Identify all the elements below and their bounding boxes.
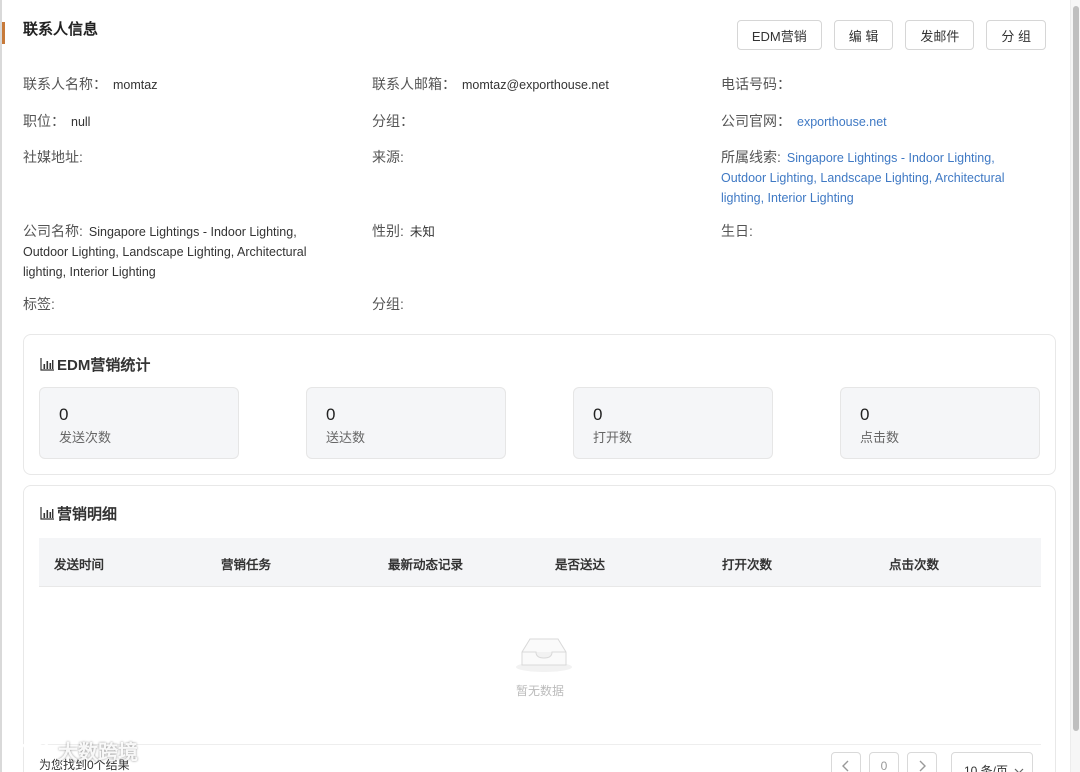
stat-label: 点击数 xyxy=(860,430,900,445)
watermark-text: 大数跨境 xyxy=(58,742,138,764)
field-label: 分组: xyxy=(372,296,404,312)
field-company-name: 公司名称: Singapore Lightings - Indoor Lighti… xyxy=(23,222,323,282)
brand-logo-icon xyxy=(12,741,49,759)
field-tags: 标签: xyxy=(23,295,61,315)
marketing-details-title: 营销明细 xyxy=(40,503,117,524)
stat-delivered: 0 送达数 xyxy=(306,387,506,459)
vertical-scrollbar[interactable] xyxy=(1070,0,1080,772)
field-contact-email: 联系人邮箱： momtaz@exporthouse.net xyxy=(372,75,609,95)
field-contact-name: 联系人名称： momtaz xyxy=(23,75,157,95)
field-birthday: 生日: xyxy=(721,222,759,242)
field-label: 分组： xyxy=(372,113,414,129)
field-value: momtaz xyxy=(113,78,158,92)
prev-page-button[interactable] xyxy=(831,752,861,772)
edm-marketing-button[interactable]: EDM营销 xyxy=(736,20,822,50)
table-header: 发送时间 营销任务 最新动态记录 是否送达 打开次数 点击次数 xyxy=(39,538,1041,587)
column-header-delivered[interactable]: 是否送达 xyxy=(555,554,605,573)
card-title-text: EDM营销统计 xyxy=(57,357,151,374)
column-header-task[interactable]: 营销任务 xyxy=(221,554,271,573)
left-edge-marker xyxy=(2,22,5,44)
field-lead: 所属线索: Singapore Lightings - Indoor Lighti… xyxy=(721,148,1021,208)
action-toolbar: EDM营销 编 辑 发邮件 分 组 xyxy=(736,20,1046,50)
stat-value: 0 xyxy=(593,405,603,424)
card-title-text: 营销明细 xyxy=(57,506,118,523)
field-source: 来源: xyxy=(372,148,410,168)
edm-stats-title: EDM营销统计 xyxy=(40,354,150,375)
stat-sent: 0 发送次数 xyxy=(39,387,239,459)
field-value: 未知 xyxy=(409,225,435,239)
field-label: 标签: xyxy=(23,296,55,312)
column-header-send-time[interactable]: 发送时间 xyxy=(54,554,104,573)
field-group-2: 分组: xyxy=(372,295,410,315)
table-bottom-divider xyxy=(39,744,1041,745)
chevron-down-icon xyxy=(1014,768,1024,772)
field-phone: 电话号码： xyxy=(721,75,797,95)
stat-value: 0 xyxy=(326,405,336,424)
field-label: 联系人名称： xyxy=(23,76,107,92)
field-value: null xyxy=(71,115,91,129)
marketing-details-card: 营销明细 发送时间 营销任务 最新动态记录 是否送达 打开次数 点击次数 暂无数… xyxy=(23,485,1056,772)
chevron-right-icon xyxy=(919,760,926,772)
field-label: 电话号码： xyxy=(721,76,791,92)
chevron-left-icon xyxy=(842,760,849,772)
empty-state-text: 暂无数据 xyxy=(515,684,564,698)
field-website: 公司官网： exporthouse.net xyxy=(721,112,887,132)
stat-label: 送达数 xyxy=(326,430,366,445)
edm-stats-card: EDM营销统计 0 发送次数 0 送达数 0 打开数 0 点击数 xyxy=(23,334,1056,475)
stat-label: 发送次数 xyxy=(59,430,112,445)
column-header-open-count[interactable]: 打开次数 xyxy=(722,554,772,573)
page-title: 联系人信息 xyxy=(23,21,99,38)
field-position: 职位： null xyxy=(23,112,90,132)
field-label: 生日: xyxy=(721,223,753,239)
stat-value: 0 xyxy=(860,405,870,424)
contact-info-panel: 联系人信息 EDM营销 编 辑 发邮件 分 组 联系人名称： momtaz 联系人… xyxy=(0,0,1080,772)
stat-label: 打开数 xyxy=(593,430,633,445)
field-label: 职位： xyxy=(23,113,65,129)
stat-value: 0 xyxy=(59,405,69,424)
field-value: momtaz@exporthouse.net xyxy=(462,78,609,92)
page-number-input[interactable]: 0 xyxy=(869,752,899,772)
field-group: 分组： xyxy=(372,112,420,132)
field-label: 来源: xyxy=(372,149,404,165)
watermark: 大数跨境 xyxy=(10,736,138,765)
field-label: 公司名称: xyxy=(23,223,83,239)
field-gender: 性别: 未知 xyxy=(372,222,435,242)
empty-inbox-icon xyxy=(516,638,572,672)
field-label: 联系人邮箱： xyxy=(372,76,456,92)
group-button[interactable]: 分 组 xyxy=(986,20,1046,50)
page-size-value: 10 条/页 xyxy=(964,764,1009,772)
stat-opened: 0 打开数 xyxy=(573,387,773,459)
send-email-button[interactable]: 发邮件 xyxy=(905,20,975,50)
column-header-click-count[interactable]: 点击次数 xyxy=(889,554,939,573)
page-size-select[interactable]: 10 条/页 xyxy=(951,752,1033,772)
scrollbar-thumb[interactable] xyxy=(1073,6,1079,731)
next-page-button[interactable] xyxy=(907,752,937,772)
field-label: 所属线索: xyxy=(721,149,781,165)
field-label: 性别: xyxy=(372,223,404,239)
website-link[interactable]: exporthouse.net xyxy=(797,115,887,129)
field-label: 社媒地址: xyxy=(23,149,83,165)
field-social: 社媒地址: xyxy=(23,148,89,168)
bar-chart-icon xyxy=(40,507,54,520)
stat-clicked: 0 点击数 xyxy=(840,387,1040,459)
column-header-latest-activity[interactable]: 最新动态记录 xyxy=(388,554,463,573)
field-label: 公司官网： xyxy=(721,113,791,129)
edit-button[interactable]: 编 辑 xyxy=(833,20,894,50)
bar-chart-icon xyxy=(40,358,54,371)
